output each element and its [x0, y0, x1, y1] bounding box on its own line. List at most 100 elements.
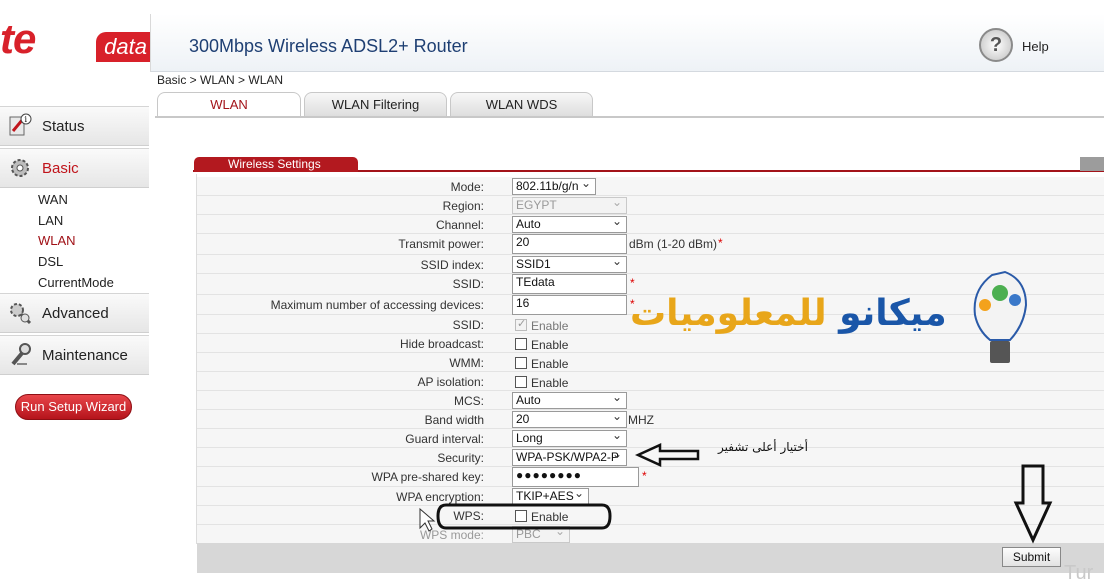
wps-mode-label: WPS mode: [419, 528, 484, 542]
watermark-part2: للمعلوميات [630, 293, 827, 334]
row-ssid: SSID: TEdata * [197, 274, 1104, 295]
ap-isolation-label: AP isolation: [417, 375, 485, 389]
ssid-input[interactable]: TEdata [512, 274, 627, 294]
row-guard-interval: Guard interval: Long [197, 428, 1104, 448]
run-setup-wizard-button[interactable]: Run Setup Wizard [15, 394, 132, 420]
section-title: Wireless Settings [194, 157, 358, 172]
sidebar-subitem-currentmode[interactable]: CurrentMode [0, 273, 149, 293]
ssid-enable-text: Enable [531, 319, 569, 333]
ssid-index-select[interactable]: SSID1 [512, 254, 627, 273]
hide-broadcast-checkbox[interactable] [515, 338, 527, 350]
submit-button[interactable]: Submit [1002, 547, 1061, 567]
wps-text: Enable [531, 510, 569, 524]
row-region: Region: EGYPT [197, 195, 1104, 215]
mcs-label: MCS: [454, 394, 484, 408]
sidebar-item-basic-label: Basic [42, 159, 79, 177]
psk-input[interactable]: ●●●●●●●● [512, 467, 639, 487]
svg-text:i: i [25, 115, 28, 124]
watermark-text: ميكانو للمعلوميات [630, 293, 947, 334]
ap-isolation-checkbox[interactable] [515, 376, 527, 388]
region-select: EGYPT [512, 195, 627, 214]
tab-divider [155, 116, 1104, 118]
row-mcs: MCS: Auto [197, 390, 1104, 410]
corner-watermark: Tur [1064, 562, 1094, 584]
row-psk: WPA pre-shared key: ●●●●●●●● * [197, 467, 1104, 487]
form-footer [197, 543, 1104, 573]
mcs-select[interactable]: Auto [512, 390, 627, 409]
transmit-power-label: Transmit power: [398, 237, 484, 251]
max-devices-label: Maximum number of accessing devices: [270, 298, 484, 312]
required-mark: * [630, 276, 635, 290]
row-wmm: WMM: Enable [197, 353, 1104, 372]
psk-label: WPA pre-shared key: [371, 470, 485, 484]
sidebar-subitem-wan[interactable]: WAN [0, 190, 149, 210]
sidebar-item-basic[interactable]: Basic [0, 148, 149, 188]
logo-data-text: data [96, 32, 150, 62]
transmit-power-input[interactable]: 20 [512, 234, 627, 254]
bandwidth-unit: MHZ [628, 413, 654, 427]
encryption-label: WPA encryption: [396, 490, 484, 504]
row-mode: Mode: 802.11b/g/n [197, 176, 1104, 196]
gear-icon [6, 154, 34, 182]
transmit-power-unit: dBm (1-20 dBm) [629, 237, 718, 251]
ssid-enable-label: SSID: [452, 318, 484, 332]
help-link[interactable]: Help [1022, 39, 1049, 54]
tab-wlan-wds[interactable]: WLAN WDS [450, 92, 593, 116]
bandwidth-label: Band width [424, 413, 484, 427]
security-select[interactable]: WPA-PSK/WPA2-P [512, 449, 627, 466]
ssid-label: SSID: [452, 277, 484, 291]
wmm-label: WMM: [449, 356, 484, 370]
channel-select[interactable]: Auto [512, 214, 627, 233]
sidebar-subitem-dsl[interactable]: DSL [0, 252, 149, 272]
help-icon[interactable]: ? [979, 28, 1013, 62]
security-label: Security: [437, 451, 484, 465]
watermark-logo: ميكانو للمعلوميات [630, 293, 970, 355]
hide-broadcast-text: Enable [531, 338, 569, 352]
row-ap-isolation: AP isolation: Enable [197, 372, 1104, 391]
tab-wlan-filtering[interactable]: WLAN Filtering [304, 92, 447, 116]
header: 300Mbps Wireless ADSL2+ Router ? Help [150, 14, 1104, 72]
tab-wlan[interactable]: WLAN [157, 92, 301, 117]
ap-isolation-text: Enable [531, 376, 569, 390]
wmm-text: Enable [531, 357, 569, 371]
wps-label: WPS: [453, 509, 484, 523]
sidebar-subitem-wlan[interactable]: WLAN [0, 231, 149, 251]
page-title: 300Mbps Wireless ADSL2+ Router [189, 36, 468, 56]
row-bandwidth: Band width 20 MHZ [197, 409, 1104, 429]
section-corner [1080, 157, 1104, 171]
encryption-select[interactable]: TKIP+AES [512, 486, 589, 505]
router-admin-page: te data i Status Basic WAN LAN WLAN DSL … [0, 0, 1104, 587]
te-data-logo: te data [0, 14, 150, 64]
required-mark: * [718, 236, 723, 250]
row-wps: WPS: Enable [197, 506, 1104, 525]
mode-select[interactable]: 802.11b/g/n [512, 176, 596, 195]
sidebar: te data i Status Basic WAN LAN WLAN DSL … [0, 0, 150, 587]
row-ssid-index: SSID index: SSID1 [197, 254, 1104, 274]
row-wps-mode: WPS mode: PBC [197, 524, 1104, 544]
sidebar-subitem-lan[interactable]: LAN [0, 211, 149, 231]
ssid-index-label: SSID index: [420, 258, 484, 272]
wps-checkbox[interactable] [515, 510, 527, 522]
region-label: Region: [442, 199, 484, 213]
breadcrumb: Basic > WLAN > WLAN [157, 73, 284, 87]
advanced-tools-icon [6, 299, 34, 327]
row-transmit-power: Transmit power: 20 dBm (1-20 dBm) * [197, 234, 1104, 255]
wmm-checkbox[interactable] [515, 357, 527, 369]
max-devices-input[interactable]: 16 [512, 295, 627, 315]
bandwidth-select[interactable]: 20 [512, 409, 627, 428]
ssid-enable-checkbox [515, 317, 527, 331]
wps-mode-select: PBC [512, 524, 570, 543]
sidebar-item-maintenance-label: Maintenance [42, 346, 128, 364]
sidebar-item-maintenance[interactable]: Maintenance [0, 335, 149, 375]
row-channel: Channel: Auto [197, 214, 1104, 234]
sidebar-item-status[interactable]: i Status [0, 106, 149, 146]
sidebar-item-advanced[interactable]: Advanced [0, 293, 149, 333]
hide-broadcast-label: Hide broadcast: [399, 337, 484, 351]
guard-interval-select[interactable]: Long [512, 428, 627, 447]
status-icon: i [6, 112, 34, 140]
mode-label: Mode: [450, 180, 484, 194]
row-encryption: WPA encryption: TKIP+AES [197, 486, 1104, 506]
annotation-text: أختيار أعلى تشفير [718, 440, 808, 454]
sidebar-item-status-label: Status [42, 117, 85, 135]
required-mark: * [642, 469, 647, 483]
